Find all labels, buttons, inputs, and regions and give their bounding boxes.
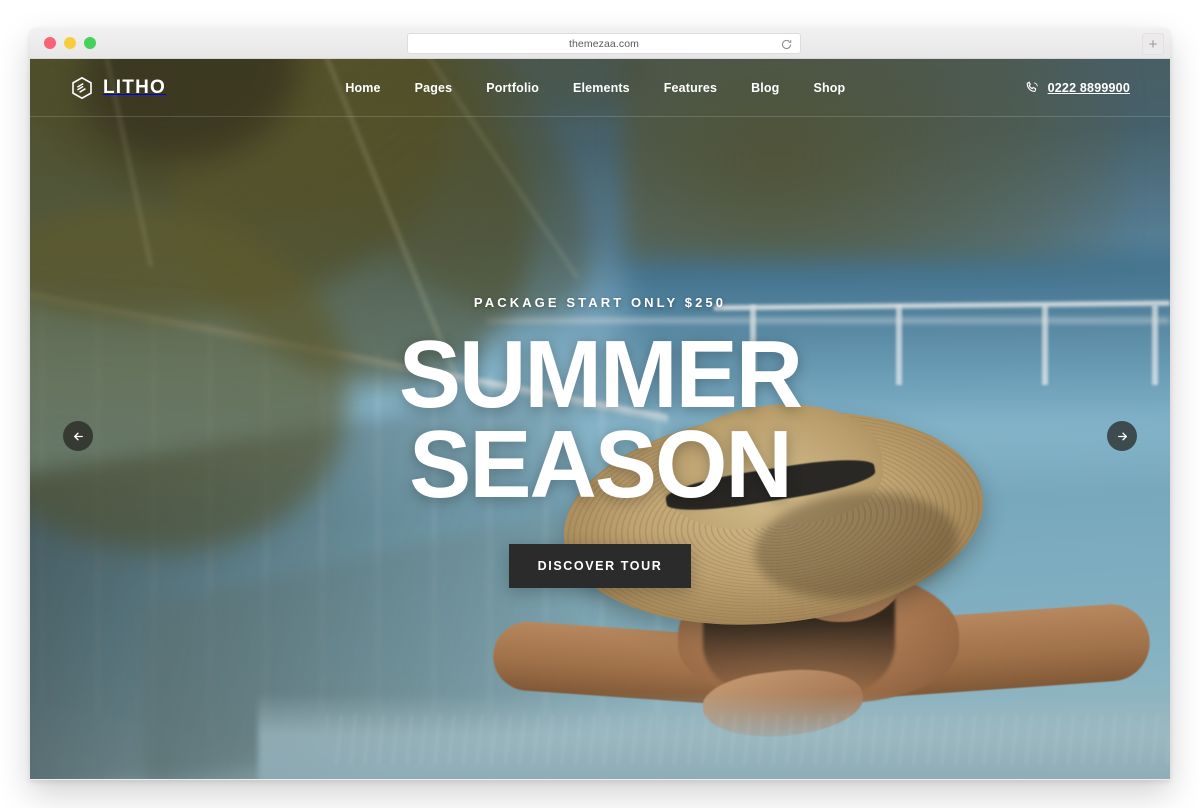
hero-title-line-1: SUMMER <box>398 321 803 428</box>
arrow-right-icon <box>1116 430 1129 443</box>
nav-item-home[interactable]: Home <box>345 81 380 95</box>
logo-text: LITHO <box>103 76 166 98</box>
site-header: LITHO Home Pages Portfolio Elements Feat… <box>30 59 1170 117</box>
url-text: themezaa.com <box>568 37 640 50</box>
site-logo[interactable]: LITHO <box>70 76 166 100</box>
water-ripples <box>326 714 1170 765</box>
phone-icon <box>1025 80 1040 95</box>
nav-item-shop[interactable]: Shop <box>813 81 845 95</box>
header-phone-link[interactable]: 0222 8899900 <box>1025 80 1130 95</box>
hero-content: PACKAGE START ONLY $250 SUMMER SEASON DI… <box>30 295 1170 589</box>
browser-titlebar: themezaa.com + <box>30 28 1170 59</box>
phone-number: 0222 8899900 <box>1047 80 1130 95</box>
address-bar[interactable]: themezaa.com <box>407 33 801 54</box>
browser-window: themezaa.com + LITHO Home Pages Portfoli… <box>30 28 1170 780</box>
litho-hexagon-icon <box>70 76 94 100</box>
new-tab-button[interactable]: + <box>1142 33 1164 55</box>
zoom-window-button[interactable] <box>84 37 96 49</box>
hero-title-line-2: SEASON <box>409 411 793 519</box>
nav-item-pages[interactable]: Pages <box>415 81 453 95</box>
reload-icon[interactable] <box>780 38 793 51</box>
slider-prev-button[interactable] <box>63 421 93 451</box>
nav-item-blog[interactable]: Blog <box>751 81 779 95</box>
slider-next-button[interactable] <box>1107 421 1137 451</box>
traffic-light-group <box>44 37 96 49</box>
nav-item-elements[interactable]: Elements <box>573 81 630 95</box>
new-tab-label: + <box>1148 35 1158 53</box>
hero-eyebrow: PACKAGE START ONLY $250 <box>473 295 727 310</box>
main-navigation: Home Pages Portfolio Elements Features B… <box>345 81 845 95</box>
minimize-window-button[interactable] <box>64 37 76 49</box>
close-window-button[interactable] <box>44 37 56 49</box>
arrow-left-icon <box>72 430 85 443</box>
hero-title: SUMMER SEASON <box>47 321 1153 519</box>
nav-item-portfolio[interactable]: Portfolio <box>486 81 539 95</box>
nav-item-features[interactable]: Features <box>664 81 717 95</box>
discover-tour-button[interactable]: DISCOVER TOUR <box>508 544 692 589</box>
page-viewport: LITHO Home Pages Portfolio Elements Feat… <box>30 59 1170 779</box>
